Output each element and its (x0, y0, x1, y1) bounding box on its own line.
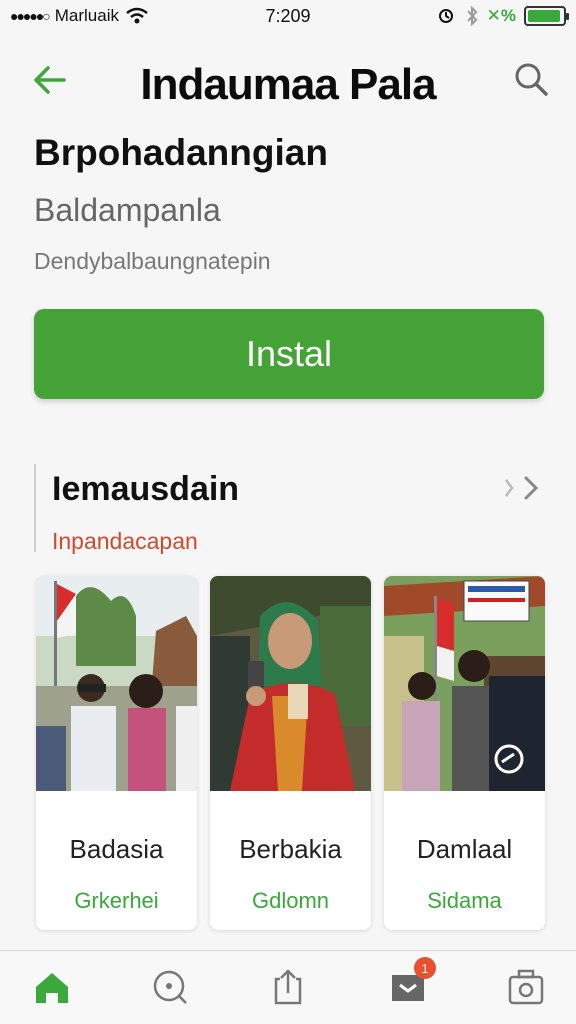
card-title: Badasia (69, 834, 164, 864)
battery-cross-icon: ✕ (486, 6, 501, 25)
battery-level (528, 10, 561, 22)
carrier-name: Marluaik (54, 6, 119, 25)
card-image (384, 576, 545, 791)
content-card[interactable]: Damlaal Sidama (384, 576, 545, 930)
share-icon[interactable] (266, 965, 310, 1009)
bottom-navigation: 1 (0, 950, 576, 1024)
card-subtitle: Grkerhei (74, 888, 159, 913)
signal-strength-icon: ●●●●●○ (10, 8, 51, 24)
app-developer[interactable]: Baldampanla (34, 192, 221, 229)
app-meta: Dendybalbaungnatepin (34, 248, 271, 274)
status-bar: ●●●●●○ Marluaik 7:209 ✕% (0, 0, 576, 32)
card-title: Berbakia (239, 834, 342, 864)
status-left: ●●●●●○ Marluaik (10, 6, 149, 26)
status-right: ✕% (437, 6, 569, 26)
app-header: Indaumaa Pala (0, 50, 576, 114)
card-title: Damlaal (416, 834, 513, 864)
card-subtitle: Gdlomn (251, 888, 330, 913)
wifi-icon (126, 7, 148, 24)
section-title: Iemausdain (52, 470, 240, 508)
page-title: Indaumaa Pala (140, 60, 436, 109)
search-icon[interactable] (510, 58, 554, 102)
bluetooth-icon (466, 6, 477, 26)
section-divider (34, 464, 36, 552)
app-name: Brpohadanngian (34, 132, 328, 173)
install-button[interactable]: Instal (34, 309, 544, 399)
battery-icon (524, 6, 569, 26)
content-card[interactable]: Badasia Grkerhei (36, 576, 197, 930)
camera-icon[interactable] (504, 965, 548, 1009)
home-icon[interactable] (30, 965, 74, 1009)
battery-percent: ✕% (487, 6, 516, 26)
inbox-tab[interactable]: 1 (386, 957, 436, 1009)
search-icon[interactable] (148, 965, 192, 1009)
content-card[interactable]: Berbakia Gdlomn (210, 576, 371, 930)
section-subtitle: Inpandacapan (52, 528, 198, 554)
card-image (210, 576, 371, 791)
battery-percent-label: % (500, 6, 516, 25)
alarm-icon (438, 9, 453, 23)
card-image (36, 576, 197, 791)
card-subtitle: Sidama (427, 888, 502, 913)
notification-badge: 1 (414, 957, 436, 979)
chevron-right-icon[interactable] (500, 470, 546, 506)
